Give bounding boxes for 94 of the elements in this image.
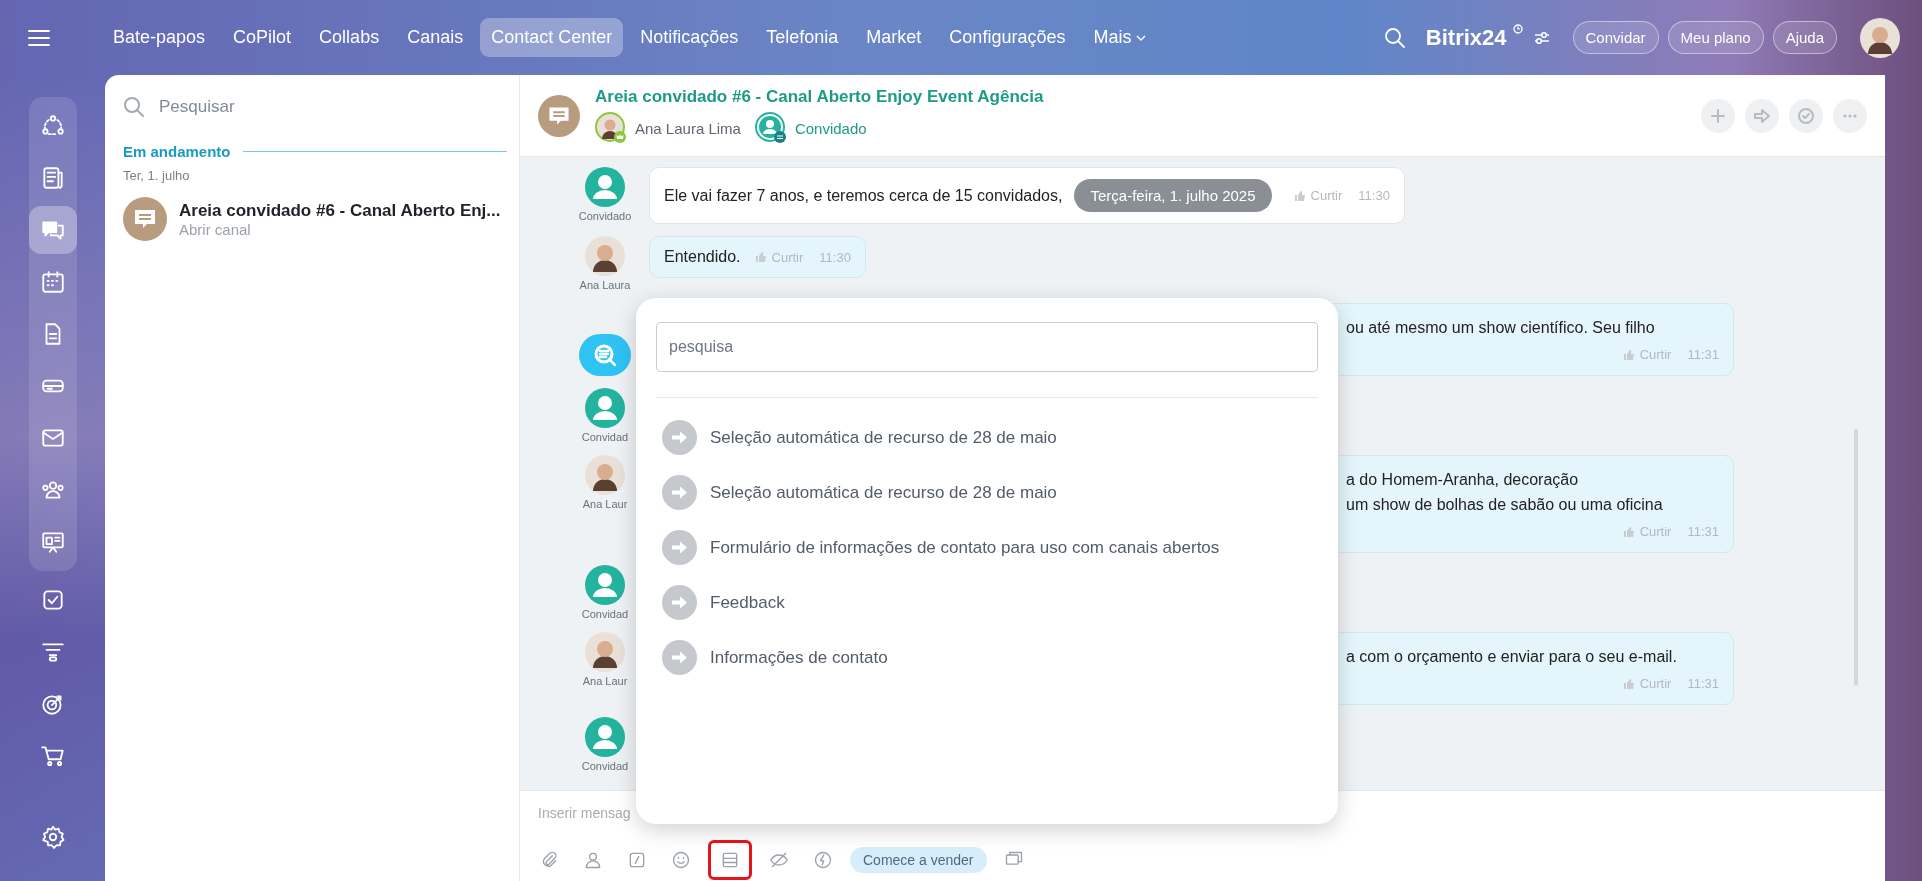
chat-title[interactable]: Areia convidado #6 - Canal Aberto Enjoy Event Agência [595, 87, 1044, 107]
slash-icon [627, 850, 647, 870]
chat-subtitle: Abrir canal [179, 220, 252, 238]
message-time: 11:31 [1687, 675, 1719, 693]
person-avatar [585, 632, 625, 672]
arrow-circle-icon [662, 640, 697, 675]
search-list-icon [579, 334, 631, 376]
user-avatar-icon [585, 388, 625, 428]
template-item[interactable]: Formulário de informações de contato para uso com canais abertos [656, 520, 1318, 575]
nav-tab[interactable]: Telefonia [755, 18, 850, 57]
message-text: ou até mesmo um show científico. Seu filho [1346, 319, 1655, 336]
nav-tab[interactable]: Contact Center [480, 18, 624, 57]
thumbs-up-icon [1622, 677, 1635, 690]
cart-icon [39, 743, 66, 769]
thumbs-up-icon [1293, 189, 1306, 202]
toolbar-button[interactable] [708, 840, 752, 880]
message-text: a com o orçamento e enviar para o seu e-mail. [1346, 648, 1677, 665]
sidebar-item[interactable] [28, 206, 77, 254]
header-button[interactable]: Convidar [1572, 21, 1659, 54]
header-button[interactable]: Meu plano [1667, 21, 1764, 54]
author-name: Convidad [581, 760, 629, 772]
check-circle-icon [1797, 106, 1815, 125]
author-name: Convidad [581, 608, 629, 620]
calendar-icon [39, 269, 66, 295]
author-name: Ana Laur [582, 675, 628, 687]
author-name: Ana Laur [582, 498, 628, 510]
template-item[interactable]: Feedback [656, 575, 1318, 630]
chat-list-item[interactable]: Areia convidado #6 - Canal Aberto Enj... Abrir canal [123, 193, 507, 245]
nav-tab[interactable]: Configurações [938, 18, 1077, 57]
nav-tab[interactable]: Collabs [308, 18, 391, 57]
arrow-icon [1753, 106, 1771, 125]
arrow-circle-icon [662, 420, 697, 455]
dots-icon [1843, 113, 1857, 118]
person-avatar [585, 455, 625, 495]
author-name: Ana Laura [579, 279, 631, 291]
search-field[interactable]: Pesquisar [157, 96, 507, 118]
message-text: a do Homem-Aranha, decoração um show de bolhas de sabão ou uma oficina [1346, 471, 1663, 513]
thumbs-up-icon [1622, 525, 1635, 538]
chat-avatar-icon [123, 197, 167, 241]
arrow-circle-icon [662, 530, 697, 565]
lightning-icon [813, 850, 833, 870]
message-text: Entendido. [664, 248, 741, 266]
eye-crossed-icon [769, 850, 789, 870]
sell-button[interactable]: Comece a vender [850, 847, 987, 873]
user-avatar-icon [585, 717, 625, 757]
user-avatar-icon [585, 565, 625, 605]
template-item[interactable]: Seleção automática de recurso de 28 de maio [656, 465, 1318, 520]
date-label: Ter, 1. julho [123, 168, 191, 183]
person-icon [583, 850, 603, 870]
arrow-circle-icon [662, 585, 697, 620]
template-item[interactable]: Seleção automática de recurso de 28 de maio [656, 410, 1318, 465]
form-icon [720, 850, 740, 870]
caret-icon [1136, 33, 1147, 42]
search-field[interactable]: pesquisa [656, 322, 1318, 372]
template-item[interactable]: Informações de contato [656, 630, 1318, 685]
logo[interactable]: Bitrix24 [1425, 24, 1507, 51]
person-avatar [585, 236, 625, 276]
member-name: Ana Laura Lima [635, 119, 741, 137]
smiley-icon [671, 850, 691, 870]
message-time: 11:31 [1687, 346, 1719, 364]
nav-tab[interactable]: Market [855, 18, 933, 57]
search-icon[interactable] [1383, 26, 1406, 49]
operator-avatar [595, 112, 627, 144]
author-name: Convidado [578, 210, 632, 222]
search-icon [123, 96, 145, 118]
message-text: Ele vai fazer 7 anos, e teremos cerca de 15 convidados, [664, 186, 1063, 205]
like-button[interactable]: Curtir [1293, 188, 1343, 203]
date-divider: Terça-feira, 1. julho 2025 [1074, 179, 1272, 212]
nav-tab[interactable]: CoPilot [222, 18, 303, 57]
nav-tab[interactable]: Canais [396, 18, 475, 57]
user-avatar-icon [585, 167, 625, 207]
clock-icon [1512, 24, 1523, 34]
chat-avatar-icon [538, 94, 580, 137]
more-menu[interactable]: Mais [1082, 18, 1158, 57]
menu-icon[interactable] [28, 28, 50, 47]
message-time: 11:30 [819, 249, 851, 265]
nav-tab[interactable]: Notificações [629, 18, 750, 57]
message-input[interactable]: Inserir mensag [538, 801, 838, 825]
arrow-circle-icon [662, 475, 697, 510]
settings-icon [39, 824, 66, 850]
plus-icon [1709, 106, 1727, 125]
message-time: 11:31 [1687, 523, 1719, 541]
guest-avatar-icon [754, 112, 787, 144]
member-name: Convidado [794, 119, 867, 137]
user-avatar [1860, 17, 1900, 58]
thumbs-up-icon [1622, 348, 1635, 361]
thumbs-up-icon [754, 251, 767, 263]
author-name: Convidad [581, 431, 629, 443]
nav-tab[interactable]: Bate-papos [102, 18, 217, 57]
presentation-icon [39, 529, 66, 555]
section-title: Em andamento [123, 143, 231, 160]
chat-title: Areia convidado #6 - Canal Aberto Enj... [179, 200, 501, 221]
header-button[interactable]: Ajuda [1772, 21, 1837, 54]
message-time: 11:30 [1358, 188, 1390, 203]
